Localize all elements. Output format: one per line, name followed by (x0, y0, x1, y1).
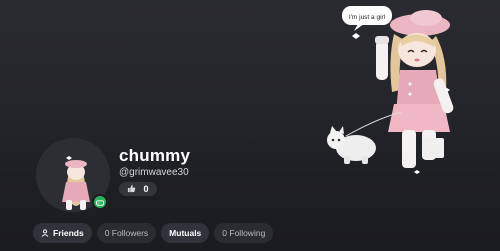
game-controller-icon (95, 193, 104, 211)
like-count: 0 (143, 184, 149, 194)
tab-followers-label: 0 Followers (104, 228, 149, 238)
tab-mutuals[interactable]: Mutuals (161, 223, 210, 243)
speech-bubble-text: I'm just a girl (349, 14, 386, 21)
like-button[interactable]: 0 (119, 182, 157, 196)
profile-tabs: Friends 0 Followers Mutuals 0 Following (33, 223, 274, 243)
tab-mutuals-label: Mutuals (169, 228, 202, 238)
speech-bubble: I'm just a girl (342, 6, 392, 31)
tab-followers[interactable]: 0 Followers (96, 223, 157, 243)
online-status-badge (92, 194, 107, 209)
avatar-character-art: I'm just a girl (318, 0, 500, 200)
thumbs-up-icon (127, 180, 136, 198)
username: @grimwavee30 (119, 167, 189, 178)
tab-friends-label: Friends (53, 228, 84, 238)
tab-friends[interactable]: Friends (33, 223, 92, 243)
tab-following[interactable]: 0 Following (214, 223, 274, 243)
tab-following-label: 0 Following (222, 228, 266, 238)
display-name: chummy (119, 146, 191, 165)
friends-icon (41, 229, 49, 237)
